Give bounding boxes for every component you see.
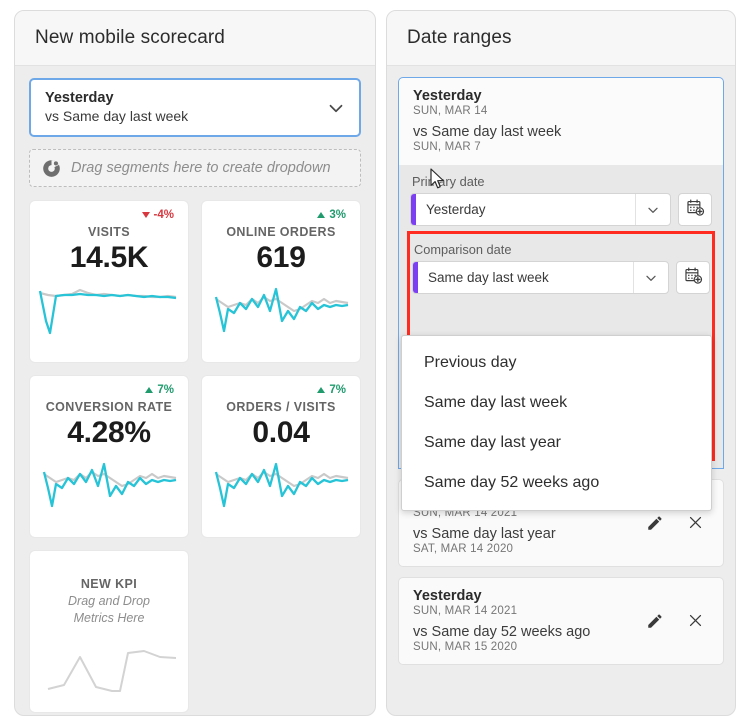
comparison-date-options-menu[interactable]: Previous day Same day last week Same day… <box>401 335 712 511</box>
scorecard-panel: New mobile scorecard Yesterday vs Same d… <box>14 10 376 716</box>
kpi-card-conversion-rate[interactable]: 7% CONVERSION RATE 4.28% <box>29 375 189 538</box>
kpi-name: CONVERSION RATE <box>45 400 173 414</box>
calendar-add-icon <box>686 198 705 222</box>
kpi-delta: 7% <box>317 384 346 396</box>
kpi-delta-value: 7% <box>329 384 346 396</box>
triangle-down-icon <box>141 212 150 218</box>
comparison-date-value: Same day last week <box>428 270 549 285</box>
kpi-grid: -4% VISITS 14.5K 3% ONLINE ORDERS 619 7%… <box>29 200 361 713</box>
kpi-delta-value: 7% <box>157 384 174 396</box>
chevron-down-icon[interactable] <box>636 202 670 218</box>
sparkline-visits <box>38 288 177 335</box>
comparison-date-row: Same day last week <box>412 261 710 294</box>
kpi-card-visits[interactable]: -4% VISITS 14.5K <box>29 200 189 363</box>
scorecard-header: New mobile scorecard <box>15 11 375 66</box>
primary-date-calendar-button[interactable] <box>678 193 712 226</box>
sparkline-online-orders <box>214 287 349 333</box>
triangle-up-icon <box>145 387 154 393</box>
comparison-date-select[interactable]: Same day last week <box>412 261 669 294</box>
scorecard-body: Yesterday vs Same day last week Drag seg… <box>15 66 375 715</box>
kpi-value: 619 <box>256 241 306 274</box>
history-comparison-label: vs Same day 52 weeks ago <box>413 624 591 640</box>
new-kpi-subtitle: Drag and Drop Metrics Here <box>68 594 150 625</box>
primary-date-label: Primary date <box>412 174 485 189</box>
date-range-selector[interactable]: Yesterday vs Same day last week <box>29 78 361 137</box>
menu-item-same-day-52-weeks-ago[interactable]: Same day 52 weeks ago <box>402 463 711 503</box>
kpi-delta-value: 3% <box>329 209 346 221</box>
kpi-card-orders-per-visits[interactable]: 7% ORDERS / VISITS 0.04 <box>201 375 361 538</box>
sparkline-conversion-rate <box>42 462 177 508</box>
history-actions <box>645 611 711 631</box>
kpi-card-new[interactable]: NEW KPI Drag and Drop Metrics Here <box>29 550 189 713</box>
date-ranges-panel: Date ranges Yesterday SUN, MAR 14 vs Sam… <box>386 10 736 716</box>
segment-dropzone[interactable]: Drag segments here to create dropdown <box>29 149 361 187</box>
history-text: Yesterday SUN, MAR 14 2021 vs Same day 5… <box>413 588 645 653</box>
calendar-add-icon <box>684 266 703 290</box>
segment-dropzone-label: Drag segments here to create dropdown <box>71 160 331 176</box>
kpi-name: ONLINE ORDERS <box>226 225 336 239</box>
comparison-date-calendar-button[interactable] <box>676 261 710 294</box>
kpi-delta: 7% <box>145 384 174 396</box>
kpi-value: 14.5K <box>69 241 149 274</box>
chevron-down-icon[interactable] <box>634 270 668 286</box>
segment-icon <box>42 159 61 178</box>
pencil-icon[interactable] <box>645 611 665 631</box>
comparison-date-label: Comparison date <box>414 242 512 257</box>
pencil-icon[interactable] <box>645 513 665 533</box>
chevron-down-icon[interactable] <box>325 97 347 119</box>
primary-date-value: Yesterday <box>426 202 486 217</box>
new-kpi-title: NEW KPI <box>80 577 138 591</box>
date-ranges-header: Date ranges <box>387 11 735 66</box>
close-icon[interactable] <box>685 513 705 533</box>
kpi-delta: 3% <box>317 209 346 221</box>
menu-item-same-day-last-year[interactable]: Same day last year <box>402 423 711 463</box>
sparkline-orders-per-visits <box>214 462 349 508</box>
history-primary-date: SUN, MAR 14 2021 <box>413 605 518 617</box>
date-range-comparison-label: vs Same day last week <box>45 107 189 124</box>
kpi-name: VISITS <box>88 225 130 239</box>
menu-item-same-day-last-week[interactable]: Same day last week <box>402 383 711 423</box>
close-icon[interactable] <box>685 611 705 631</box>
kpi-delta-value: -4% <box>153 209 174 221</box>
kpi-value: 0.04 <box>252 416 310 449</box>
kpi-delta: -4% <box>141 209 174 221</box>
triangle-up-icon <box>317 387 326 393</box>
triangle-up-icon <box>317 212 326 218</box>
selected-range-primary-label: Yesterday <box>413 88 482 104</box>
kpi-value: 4.28% <box>67 416 151 449</box>
date-range-history-item-2[interactable]: Yesterday SUN, MAR 14 2021 vs Same day 5… <box>398 577 724 665</box>
history-comparison-date: SUN, MAR 15 2020 <box>413 641 518 653</box>
history-comparison-label: vs Same day last year <box>413 526 556 542</box>
primary-date-select[interactable]: Yesterday <box>410 193 671 226</box>
menu-item-previous-day[interactable]: Previous day <box>402 343 711 383</box>
kpi-card-online-orders[interactable]: 3% ONLINE ORDERS 619 <box>201 200 361 363</box>
selected-range-comparison-label: vs Same day last week <box>413 124 562 140</box>
history-actions <box>645 513 711 533</box>
sparkline-new-kpi-placeholder <box>47 649 177 692</box>
date-ranges-title: Date ranges <box>407 27 512 48</box>
page-title: New mobile scorecard <box>35 27 225 48</box>
date-range-selector-text: Yesterday vs Same day last week <box>45 89 325 125</box>
history-primary-label: Yesterday <box>413 588 482 604</box>
history-comparison-date: SAT, MAR 14 2020 <box>413 543 514 555</box>
selected-range-primary-date: SUN, MAR 14 <box>413 105 488 117</box>
selected-range-comparison-date: SUN, MAR 7 <box>413 141 481 153</box>
date-range-primary-label: Yesterday <box>45 90 114 107</box>
kpi-name: ORDERS / VISITS <box>226 400 336 414</box>
screenshot-root: New mobile scorecard Yesterday vs Same d… <box>0 0 750 724</box>
primary-date-row: Yesterday <box>410 193 712 226</box>
selected-date-range-card[interactable]: Yesterday SUN, MAR 14 vs Same day last w… <box>398 77 724 165</box>
